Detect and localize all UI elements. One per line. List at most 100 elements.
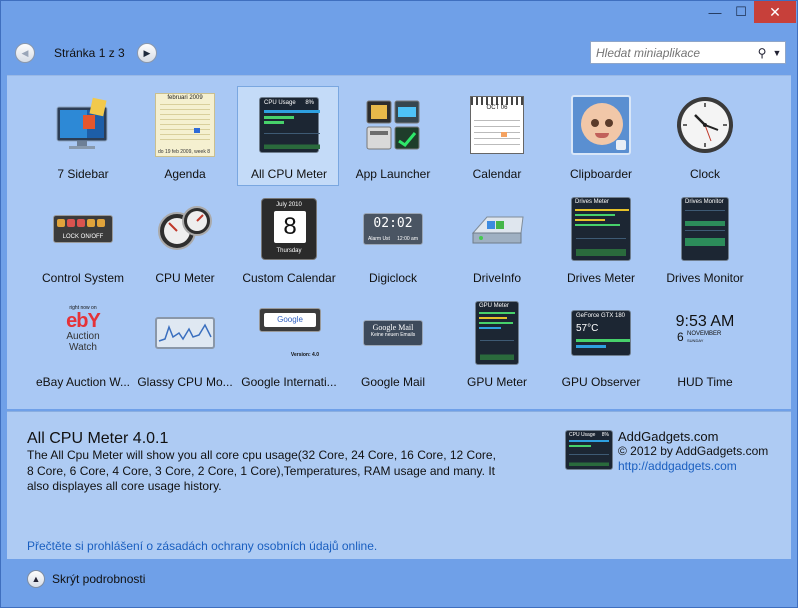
cpu-usage-pct: 8% (601, 432, 609, 438)
calendar-month: OCT 06 (486, 105, 508, 111)
gadget-tile-control-system[interactable]: LOCK ON/OFF Control System (31, 190, 133, 290)
gadget-tile-drives-meter[interactable]: Drives Meter Drives Meter (549, 190, 651, 290)
privacy-statement-link[interactable]: Přečtěte si prohlášení o zásadách ochran… (27, 539, 377, 553)
toolbar: ◀ Stránka 1 z 3 ▶ ⚲ ▼ (7, 35, 791, 71)
gadget-tile-agenda[interactable]: februari 2009 do 19 feb 2009, week 8 Age… (133, 86, 235, 186)
gadget-gallery-window: — ☐ ✕ ◀ Stránka 1 z 3 ▶ ⚲ ▼ (0, 0, 798, 608)
gadget-tile-app-launcher[interactable]: App Launcher (341, 86, 443, 186)
gadget-grid: 7 Sidebar februari 2009 do 19 feb 2009, … (7, 75, 791, 409)
gadget-tile-drives-monitor[interactable]: Drives Monitor Drives Monitor (653, 190, 755, 290)
cpu-usage-pct: 8% (305, 100, 314, 106)
cpu-usage-title: CPU Usage (569, 432, 596, 438)
hide-details-label[interactable]: Skrýt podrobnosti (52, 572, 145, 586)
gadget-label: App Launcher (355, 167, 431, 181)
gadget-label: Google Mail (360, 375, 426, 389)
gadget-label: 7 Sidebar (57, 167, 109, 181)
gadget-tile-gpu-observer[interactable]: GeForce GTX 180 57°C GPU Observer (549, 294, 651, 394)
glassy-cpu-graph-icon (155, 303, 215, 363)
chevron-right-icon: ▶ (143, 47, 151, 58)
search-dropdown-icon[interactable]: ▼ (769, 48, 785, 58)
gpu-meter-icon: GPU Meter (467, 301, 527, 365)
drives-monitor-icon: Drives Monitor (675, 197, 735, 261)
agenda-calendar-icon: februari 2009 do 19 feb 2009, week 8 (155, 93, 215, 157)
google-mail-icon: Google Mail Keine neuen Emails (363, 303, 423, 363)
gadget-tile-driveinfo[interactable]: DriveInfo (445, 190, 547, 290)
cpu-gauge-icon (155, 199, 215, 259)
gadget-tile-clock[interactable]: Clock (653, 86, 755, 186)
gadget-tile-ebay-auction-watch[interactable]: right now on ebY Auction Watch eBay Auct… (31, 294, 133, 394)
gpu-observer-icon: GeForce GTX 180 57°C (571, 303, 631, 363)
digiclock-sub: Alarm Ust (368, 236, 390, 242)
google-version: Version: 4.0 (290, 352, 319, 358)
gadget-tile-cpu-meter[interactable]: CPU Meter (133, 190, 235, 290)
google-mail-title: Google Mail (372, 323, 414, 332)
author-name: AddGadgets.com (618, 429, 719, 444)
custom-cal-month: July 2010 (276, 202, 302, 208)
gadget-tile-google-mail[interactable]: Google Mail Keine neuen Emails Google Ma… (341, 294, 443, 394)
minimize-button[interactable]: — (702, 1, 728, 23)
hud-month: NOVEMBER (687, 331, 722, 337)
gadget-label: Digiclock (368, 271, 417, 285)
previous-page-button[interactable]: ◀ (15, 43, 35, 63)
gadget-tile-clipboarder[interactable]: Clipboarder (549, 86, 651, 186)
gadget-label: Drives Meter (566, 271, 635, 285)
custom-cal-day: 8 (274, 211, 306, 243)
control-system-icon: LOCK ON/OFF (53, 199, 113, 259)
gadget-tile-7-sidebar[interactable]: 7 Sidebar (31, 86, 133, 186)
chevron-left-icon: ◀ (21, 47, 29, 58)
chevron-up-icon: ▲ (31, 574, 41, 584)
gadget-label: Clipboarder (569, 167, 633, 181)
gadget-tile-calendar[interactable]: OCT 06 Calendar (445, 86, 547, 186)
details-panel: All CPU Meter 4.0.1 The All Cpu Meter wi… (7, 411, 791, 559)
cpu-usage-title: CPU Usage (264, 100, 296, 106)
selected-gadget-thumbnail: CPU Usage 8% (565, 430, 613, 470)
gadget-label: HUD Time (677, 375, 733, 389)
gadget-tile-all-cpu-meter[interactable]: CPU Usage 8% All CPU Meter (237, 86, 339, 186)
monitor-icon (53, 95, 113, 155)
copyright: © 2012 by AddGadgets.com (618, 444, 769, 458)
search-input[interactable] (591, 42, 755, 63)
gadget-tile-digiclock[interactable]: 02:02 Alarm Ust 12:00 am Digiclock (341, 190, 443, 290)
lock-toggle-label: LOCK ON/OFF (62, 234, 104, 240)
search-icon[interactable]: ⚲ (755, 46, 769, 60)
gadget-tile-custom-calendar[interactable]: July 2010 8 Thursday Custom Calendar (237, 190, 339, 290)
ebay-bottom-text: Auction Watch (66, 331, 100, 353)
drives-meter-title: Drives Meter (575, 199, 610, 205)
custom-calendar-icon: July 2010 8 Thursday (259, 198, 319, 260)
calendar-icon: OCT 06 (467, 95, 527, 155)
author-info: AddGadgets.com © 2012 by AddGadgets.com … (618, 429, 768, 474)
custom-cal-weekday: Thursday (276, 248, 302, 254)
author-website-link[interactable]: http://addgadgets.com (618, 459, 737, 473)
gadget-label: CPU Meter (155, 271, 215, 285)
maximize-button[interactable]: ☐ (728, 1, 754, 23)
gpu-meter-title: GPU Meter (479, 303, 510, 309)
app-launcher-icon (363, 95, 423, 155)
gadget-tile-gpu-meter[interactable]: GPU Meter GPU Meter (445, 294, 547, 394)
gadget-label: eBay Auction W... (35, 375, 131, 389)
gadget-tile-hud-time[interactable]: 9:53 AM 6 NOVEMBER SUNDAY HUD Time (653, 294, 755, 394)
hud-time-icon: 9:53 AM 6 NOVEMBER SUNDAY (675, 303, 735, 363)
agenda-footer: do 19 feb 2009, week 8 (158, 149, 210, 155)
ebay-logo-icon: right now on ebY Auction Watch (53, 303, 113, 363)
gadget-label: Google Internati... (241, 375, 337, 389)
gadget-label: DriveInfo (472, 271, 522, 285)
hide-details-button[interactable]: ▲ (27, 570, 45, 588)
hud-day: 6 (677, 330, 684, 344)
gadget-tile-google-international[interactable]: Google Version: 4.0 Google Internati... (237, 294, 339, 394)
gpu-observer-temp: 57°C (576, 323, 599, 334)
digiclock-ampm: 12:00 am (397, 236, 418, 242)
gadget-label: Clock (689, 167, 720, 181)
close-button[interactable]: ✕ (754, 1, 796, 23)
digiclock-icon: 02:02 Alarm Ust 12:00 am (363, 199, 423, 259)
hard-drive-icon (467, 199, 527, 259)
gadget-tile-glassy-cpu-monitor[interactable]: Glassy CPU Mo... (133, 294, 235, 394)
clock-icon (675, 95, 735, 155)
gadget-label: Drives Monitor (666, 271, 744, 285)
gadget-label: Glassy CPU Mo... (137, 375, 233, 389)
next-page-button[interactable]: ▶ (137, 43, 157, 63)
drives-meter-icon: Drives Meter (571, 197, 631, 261)
footer-bar: ▲ Skrýt podrobnosti (7, 561, 791, 601)
agenda-month: februari 2009 (167, 95, 203, 101)
gadget-label: Custom Calendar (242, 271, 336, 285)
google-mail-sub: Keine neuen Emails (370, 332, 416, 338)
